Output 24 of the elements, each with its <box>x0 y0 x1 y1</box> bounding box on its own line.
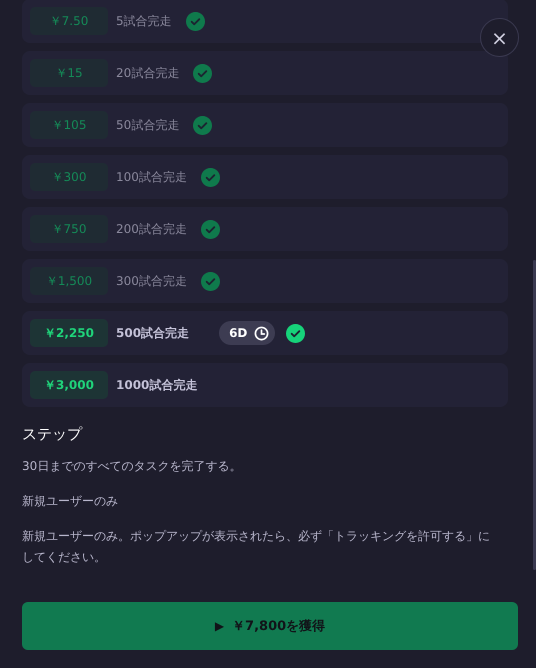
goal-label: 100試合完走 <box>116 168 187 186</box>
goal-label: 1000試合完走 <box>116 376 198 394</box>
goal-label: 200試合完走 <box>116 220 187 238</box>
goal-label: 50試合完走 <box>116 116 180 134</box>
goal-label: 5試合完走 <box>116 12 172 30</box>
scrollbar-thumb[interactable] <box>533 260 536 570</box>
step-text: 新規ユーザーのみ <box>22 493 119 510</box>
step-text: 30日までのすべてのタスクを完了する。 <box>22 458 242 475</box>
close-button[interactable]: × <box>480 18 519 57</box>
reward-amount: ￥105 <box>30 111 108 139</box>
goal-label: 300試合完走 <box>116 272 187 290</box>
reward-amount: ￥2,250 <box>30 319 108 347</box>
reward-amount: ￥3,000 <box>30 371 108 399</box>
reward-amount: ￥7.50 <box>30 7 108 35</box>
goal-label: 20試合完走 <box>116 64 180 82</box>
reward-amount: ￥750 <box>30 215 108 243</box>
clock-icon <box>254 326 270 340</box>
reward-amount: ￥15 <box>30 59 108 87</box>
reward-amount: ￥1,500 <box>30 267 108 295</box>
steps-heading: ステップ <box>22 425 84 444</box>
step-text: 新規ユーザーのみ。ポップアップが表示されたら、必ず「トラッキングを許可する」にしてください。 <box>22 528 491 566</box>
goal-label: 500試合完走 <box>116 324 190 342</box>
reward-amount: ￥300 <box>30 163 108 191</box>
timer-badge: 6D <box>219 321 276 345</box>
